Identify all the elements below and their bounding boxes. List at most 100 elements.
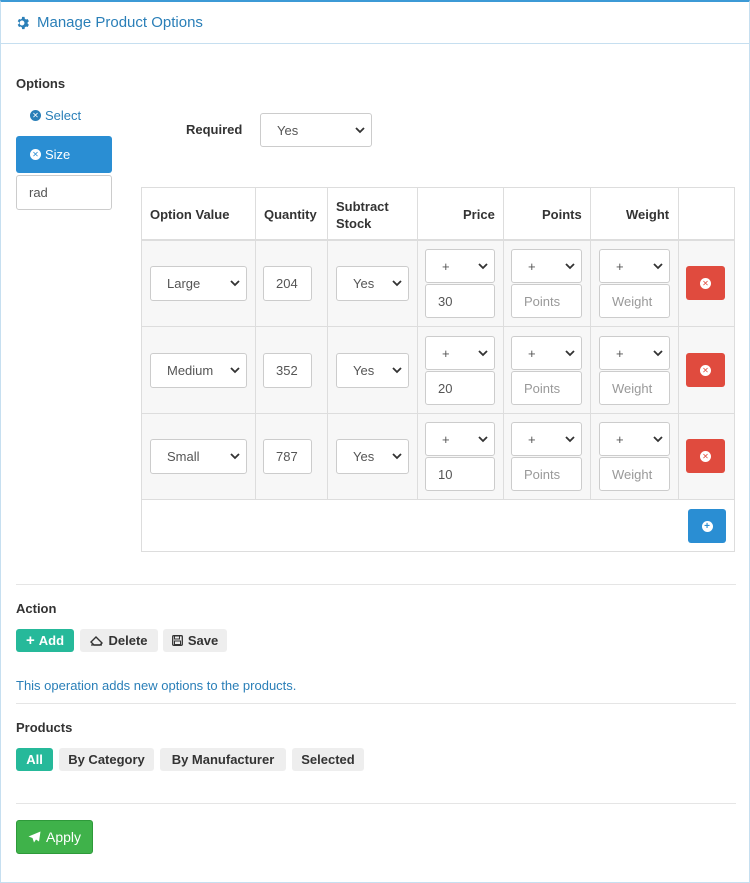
save-action-button[interactable]: Save xyxy=(163,629,227,652)
weight-prefix-select[interactable]: + xyxy=(599,249,670,283)
col-divider xyxy=(255,188,256,500)
option-value-text: Large xyxy=(167,276,201,291)
chevron-down-icon xyxy=(653,435,663,442)
header-points: Points xyxy=(542,207,582,222)
filter-by-manufacturer-button[interactable]: By Manufacturer xyxy=(160,748,286,771)
price-input[interactable]: 20 xyxy=(425,371,495,405)
gear-icon xyxy=(17,16,29,29)
filter-selected-button[interactable]: Selected xyxy=(292,748,364,771)
points-prefix-select[interactable]: + xyxy=(511,422,582,456)
remove-row-button[interactable]: ✕ xyxy=(686,266,725,300)
delete-action-button[interactable]: Delete xyxy=(80,629,158,652)
price-prefix-select[interactable]: + xyxy=(425,422,495,456)
quantity-input[interactable]: 352 xyxy=(263,353,312,388)
chevron-down-icon xyxy=(478,349,488,356)
remove-row-button[interactable]: ✕ xyxy=(686,353,725,387)
chevron-down-icon xyxy=(230,280,240,287)
add-action-button[interactable]: + Add xyxy=(16,629,74,652)
subtract-stock-text: Yes xyxy=(353,449,375,464)
option-value-text: Small xyxy=(167,449,200,464)
chevron-down-icon xyxy=(565,435,575,442)
option-item-select[interactable]: ✕ Select xyxy=(30,108,81,123)
filter-by-category-button[interactable]: By Category xyxy=(59,748,154,771)
chevron-down-icon xyxy=(565,349,575,356)
add-action-label: Add xyxy=(38,633,65,648)
subtract-stock-text: Yes xyxy=(353,276,375,291)
points-input[interactable]: Points xyxy=(511,457,582,491)
manage-options-panel: Manage Product Options Options ✕ Select … xyxy=(0,0,750,883)
floppy-disk-icon xyxy=(171,635,183,646)
remove-circle-icon: ✕ xyxy=(700,450,711,462)
price-prefix-select[interactable]: + xyxy=(425,249,495,283)
option-item-size[interactable]: ✕ Size xyxy=(16,136,112,173)
new-option-input[interactable]: rad xyxy=(16,175,112,210)
option-item-label: Size xyxy=(45,147,71,162)
weight-input[interactable]: Weight xyxy=(599,457,670,491)
weight-prefix-select[interactable]: + xyxy=(599,336,670,370)
quantity-input[interactable]: 204 xyxy=(263,266,312,301)
chevron-down-icon xyxy=(653,262,663,269)
points-input[interactable]: Points xyxy=(511,284,582,318)
points-prefix-select[interactable]: + xyxy=(511,336,582,370)
weight-input[interactable]: Weight xyxy=(599,284,670,318)
option-value-select[interactable]: Medium xyxy=(150,353,247,388)
option-value-select[interactable]: Small xyxy=(150,439,247,474)
chevron-down-icon xyxy=(230,453,240,460)
header-option-value: Option Value xyxy=(150,207,230,222)
prefix-text: + xyxy=(528,345,536,361)
row-divider xyxy=(142,499,734,500)
chevron-down-icon xyxy=(565,262,575,269)
save-action-label: Save xyxy=(187,633,219,648)
prefix-text: + xyxy=(528,258,536,274)
filter-all-button[interactable]: All xyxy=(16,748,53,771)
paper-plane-icon xyxy=(28,831,41,843)
remove-row-button[interactable]: ✕ xyxy=(686,439,725,473)
option-value-text: Medium xyxy=(167,363,214,378)
remove-circle-icon: ✕ xyxy=(700,364,711,376)
points-input[interactable]: Points xyxy=(511,371,582,405)
price-input[interactable]: 30 xyxy=(425,284,495,318)
divider xyxy=(16,803,736,804)
prefix-text: + xyxy=(616,431,624,447)
price-prefix-select[interactable]: + xyxy=(425,336,495,370)
price-input[interactable]: 10 xyxy=(425,457,495,491)
header-price: Price xyxy=(463,207,495,222)
option-value-select[interactable]: Large xyxy=(150,266,247,301)
add-row-button[interactable]: + xyxy=(688,509,726,543)
options-label: Options xyxy=(16,76,66,91)
subtract-stock-text: Yes xyxy=(353,363,375,378)
subtract-stock-select[interactable]: Yes xyxy=(336,266,409,301)
apply-label: Apply xyxy=(45,829,82,845)
subtract-stock-select[interactable]: Yes xyxy=(336,353,409,388)
prefix-text: + xyxy=(616,345,624,361)
plus-circle-icon: + xyxy=(701,520,713,532)
col-divider xyxy=(678,188,679,500)
chevron-down-icon xyxy=(392,453,402,460)
required-select-value: Yes xyxy=(277,122,299,138)
divider xyxy=(16,703,736,704)
col-divider xyxy=(590,188,591,500)
apply-button[interactable]: Apply xyxy=(16,820,93,854)
subtract-stock-select[interactable]: Yes xyxy=(336,439,409,474)
eraser-icon xyxy=(90,635,104,646)
remove-circle-icon: ✕ xyxy=(700,277,711,289)
plus-icon: + xyxy=(25,632,35,649)
delete-action-label: Delete xyxy=(108,633,148,648)
quantity-input[interactable]: 787 xyxy=(263,439,312,474)
chevron-down-icon xyxy=(478,262,488,269)
products-label: Products xyxy=(16,720,73,735)
prefix-text: + xyxy=(616,258,624,274)
prefix-text: + xyxy=(442,258,450,274)
panel-header: Manage Product Options xyxy=(1,2,749,44)
prefix-text: + xyxy=(442,345,450,361)
remove-circle-icon: ✕ xyxy=(30,110,41,121)
action-description: This operation adds new options to the p… xyxy=(16,678,297,693)
weight-input[interactable]: Weight xyxy=(599,371,670,405)
weight-prefix-select[interactable]: + xyxy=(599,422,670,456)
points-prefix-select[interactable]: + xyxy=(511,249,582,283)
header-quantity: Quantity xyxy=(264,207,317,222)
chevron-down-icon xyxy=(392,367,402,374)
chevron-down-icon xyxy=(478,435,488,442)
required-select[interactable]: Yes xyxy=(260,113,372,147)
header-weight: Weight xyxy=(626,207,670,222)
